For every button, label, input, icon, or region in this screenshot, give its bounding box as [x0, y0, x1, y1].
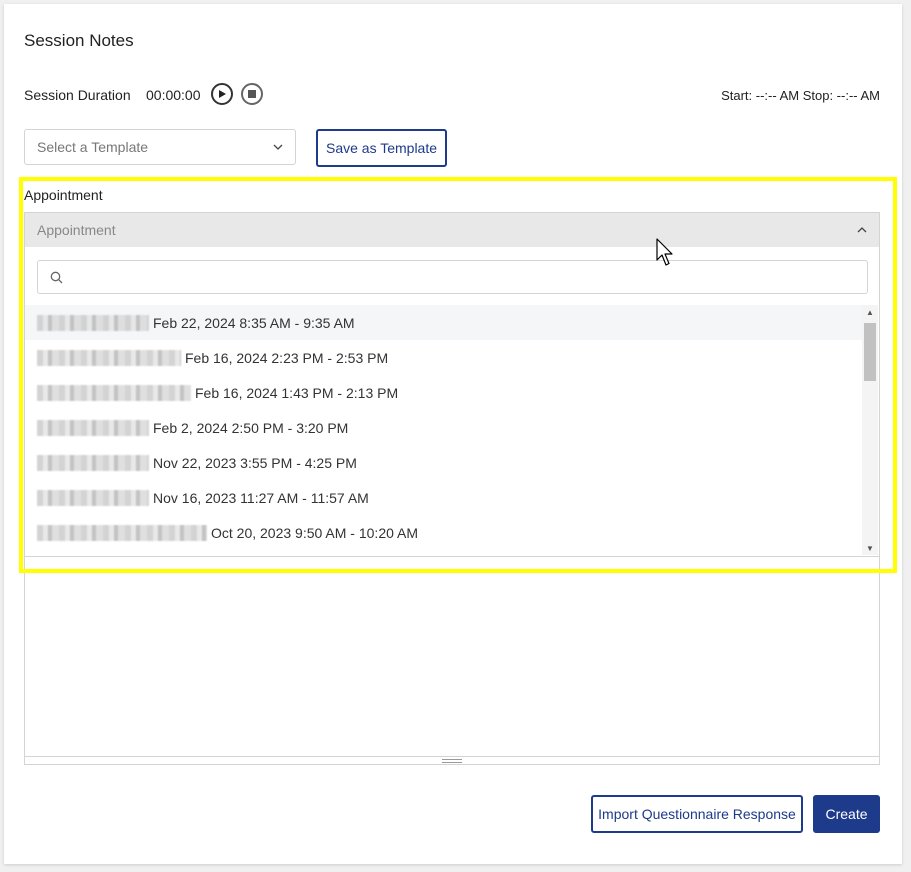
session-duration-label: Session Duration	[24, 87, 131, 103]
save-as-template-button[interactable]: Save as Template	[316, 129, 447, 167]
start-stop-times: Start: --:-- AM Stop: --:-- AM	[721, 88, 880, 103]
template-select[interactable]: Select a Template	[24, 129, 296, 165]
chevron-down-icon	[273, 144, 283, 150]
template-select-placeholder: Select a Template	[37, 139, 149, 155]
stop-button[interactable]	[241, 83, 263, 105]
grip-icon	[442, 758, 462, 763]
session-duration-value: 00:00:00	[146, 87, 201, 103]
page-title: Session Notes	[24, 31, 134, 50]
play-icon	[219, 90, 226, 98]
mouse-pointer-icon	[656, 238, 673, 266]
highlight-box	[19, 177, 897, 573]
editor-resize-handle[interactable]	[25, 756, 879, 764]
create-button[interactable]: Create	[813, 795, 880, 833]
notes-editor[interactable]	[24, 557, 880, 765]
stop-icon	[248, 90, 256, 98]
import-questionnaire-button[interactable]: Import Questionnaire Response	[591, 795, 803, 833]
play-button[interactable]	[211, 83, 233, 105]
